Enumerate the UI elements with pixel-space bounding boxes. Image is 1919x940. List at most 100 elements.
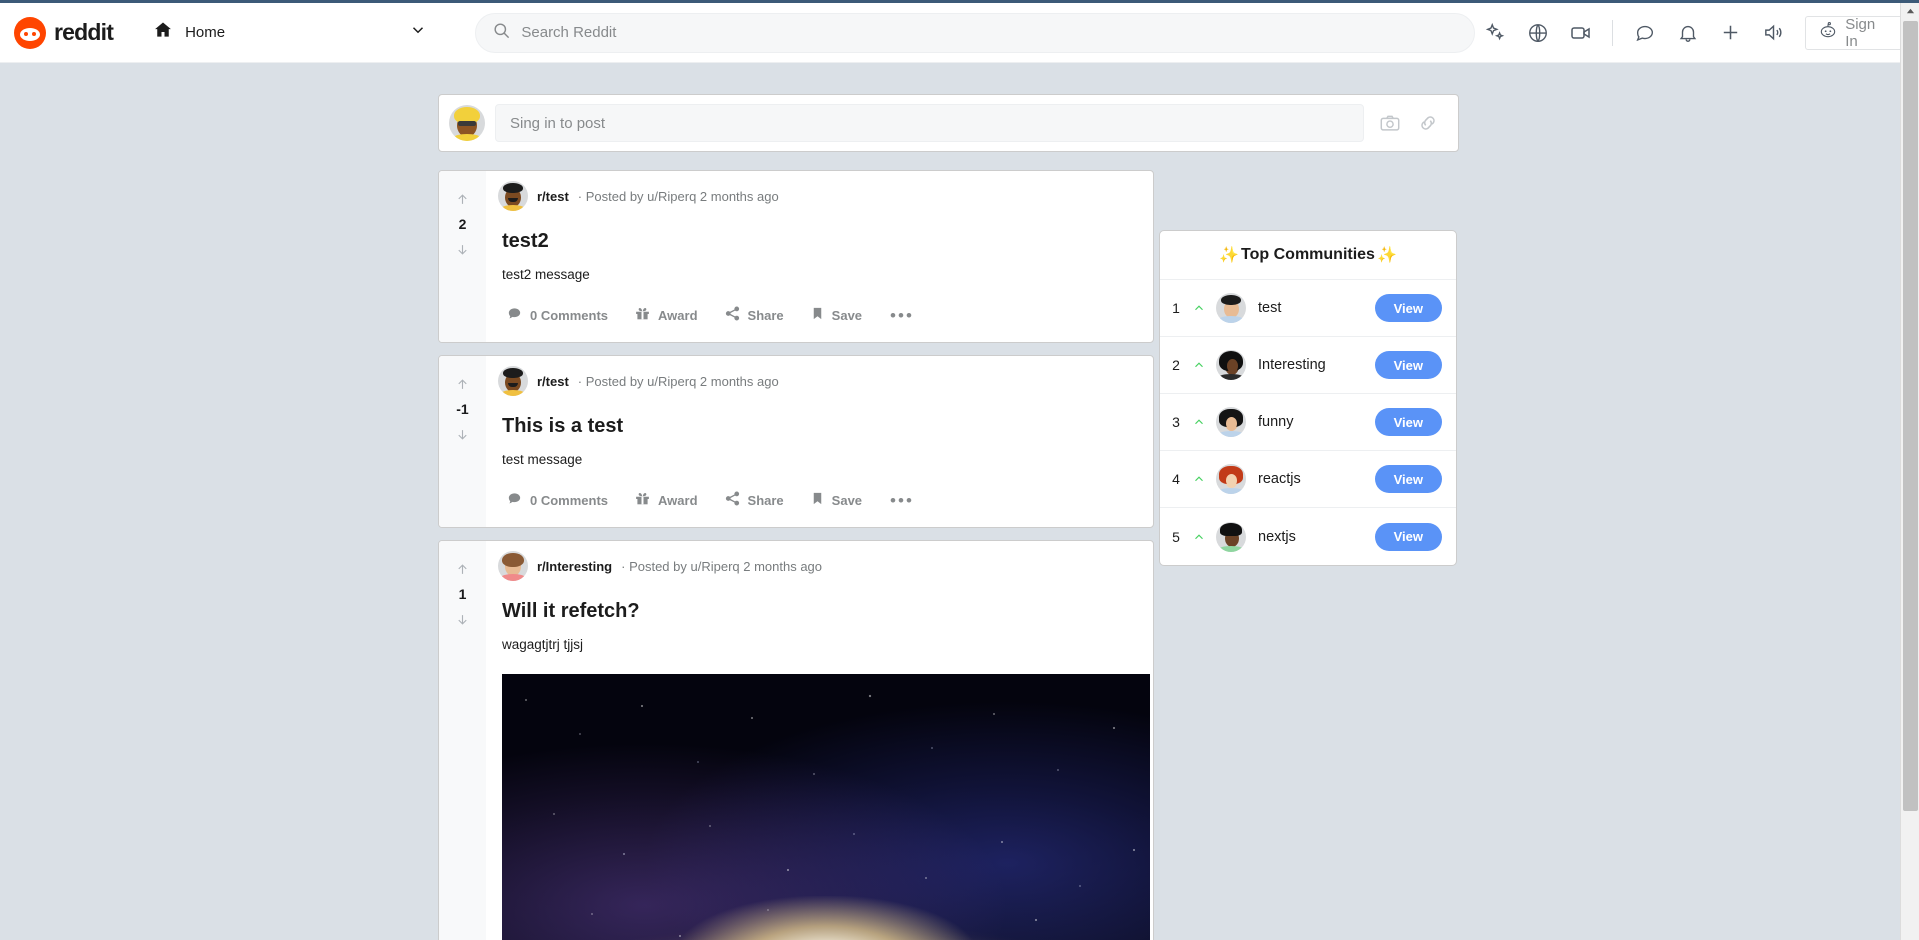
view-button[interactable]: View [1374,522,1442,551]
comments-label: 0 Comments [530,492,609,508]
bell-icon[interactable] [1668,13,1707,53]
globe-icon[interactable] [1518,13,1557,53]
scrollbar-thumb[interactable] [1903,21,1918,811]
create-post-input[interactable] [510,114,1349,132]
community-avatar [1216,293,1246,323]
community-avatar [1216,464,1246,494]
chat-icon[interactable] [1625,13,1664,53]
community-row[interactable]: 3 funny View [1160,394,1456,451]
more-options-icon[interactable]: ••• [880,488,924,513]
top-navigation-bar: reddit Home Search Reddit Sign In [0,3,1919,63]
view-button[interactable]: View [1374,408,1442,436]
award-button[interactable]: Award [626,483,706,517]
award-label: Award [658,492,698,508]
top-communities-label: Top Communities [1241,246,1375,263]
search-bar[interactable] [475,12,1476,53]
post-image[interactable] [502,674,1150,940]
page-scrollbar[interactable] [1900,3,1919,940]
community-row[interactable]: 4 reactjs View [1160,451,1456,508]
view-button[interactable]: View [1374,465,1442,493]
post-meta: r/Interesting · Posted by u/Riperq 2 mon… [498,551,1150,585]
comments-button[interactable]: 0 Comments [498,483,616,517]
camera-icon[interactable] [1374,107,1406,139]
post-title[interactable]: This is a test [502,414,1141,439]
rank-up-caret-icon [1192,415,1206,429]
upvote-button[interactable] [451,372,475,396]
scroll-up-arrow-icon[interactable] [1901,3,1919,20]
post-card[interactable]: 1 r/Interesting · Posted by u/Riperq 2 m… [438,540,1154,940]
home-dropdown[interactable]: Home [143,14,437,52]
sparkle-left-icon: ✨ [1219,247,1240,264]
save-button[interactable]: Save [802,298,870,332]
upvote-button[interactable] [451,187,475,211]
view-button[interactable]: View [1374,351,1442,379]
reddit-snoo-icon [14,16,46,49]
subreddit-name[interactable]: r/Interesting [537,559,612,574]
save-label: Save [831,307,863,323]
plus-icon[interactable] [1711,13,1750,53]
community-avatar [1216,407,1246,437]
community-rank: 3 [1172,414,1180,430]
post-title[interactable]: Will it refetch? [502,599,1150,624]
community-avatar [1216,350,1246,380]
subreddit-name[interactable]: r/test [537,374,569,389]
rank-up-caret-icon [1192,301,1206,315]
top-communities-title: ✨ Top Communities ✨ [1160,231,1456,280]
user-avatar[interactable] [449,105,485,141]
downvote-button[interactable] [451,607,475,631]
post-card[interactable]: -1 r/test · Posted by u/Riperq 2 months … [438,355,1154,528]
create-post-input-wrap[interactable] [495,104,1364,142]
post-body: r/test · Posted by u/Riperq 2 months ago… [486,171,1153,342]
home-label: Home [185,24,226,41]
community-row[interactable]: 1 test View [1160,280,1456,337]
community-name[interactable]: reactjs [1258,471,1365,487]
post-card[interactable]: 2 r/test · Posted by u/Riperq 2 months a… [438,170,1154,343]
link-icon[interactable] [1412,107,1444,139]
save-label: Save [831,492,863,508]
speaker-icon[interactable] [1754,13,1793,53]
subreddit-name[interactable]: r/test [537,189,569,204]
reddit-logo-link[interactable]: reddit [14,16,114,49]
sparkle-icon[interactable] [1475,13,1514,53]
subreddit-avatar[interactable] [498,366,528,396]
community-rank: 2 [1172,357,1180,373]
view-button[interactable]: View [1374,294,1442,322]
community-row[interactable]: 2 Interesting View [1160,337,1456,394]
community-name[interactable]: nextjs [1258,529,1365,545]
post-meta: r/test · Posted by u/Riperq 2 months ago [498,181,1141,215]
save-button[interactable]: Save [802,483,870,517]
post-meta: r/test · Posted by u/Riperq 2 months ago [498,366,1141,400]
post-text: test message [502,452,583,467]
sign-in-button[interactable]: Sign In [1805,15,1904,50]
bookmark-icon [810,305,825,325]
vote-column: 1 [439,541,486,940]
share-button[interactable]: Share [716,483,792,517]
post-meta-text: · Posted by u/Riperq 2 months ago [577,188,779,204]
comments-button[interactable]: 0 Comments [498,298,616,332]
community-name[interactable]: test [1258,300,1365,316]
share-label: Share [747,307,784,323]
community-name[interactable]: funny [1258,414,1365,430]
post-title[interactable]: test2 [502,229,1141,254]
community-rank: 4 [1172,471,1180,487]
downvote-button[interactable] [451,237,475,261]
subreddit-avatar[interactable] [498,551,528,581]
upvote-button[interactable] [451,557,475,581]
award-button[interactable]: Award [626,298,706,332]
share-button[interactable]: Share [716,298,792,332]
sign-in-label: Sign In [1845,15,1876,50]
more-options-icon[interactable]: ••• [880,303,924,328]
community-name[interactable]: Interesting [1258,357,1365,373]
vote-column: 2 [439,171,486,342]
main-feed-column: 2 r/te [438,94,1459,940]
community-row[interactable]: 5 nextjs View [1160,508,1456,565]
home-icon [153,20,173,45]
downvote-button[interactable] [451,422,475,446]
award-label: Award [658,307,698,323]
subreddit-avatar[interactable] [498,181,528,211]
search-input[interactable] [521,24,1459,41]
top-communities-panel: ✨ Top Communities ✨ 1 test View 2 Intere… [1159,230,1457,566]
comment-bubble-icon [506,490,523,510]
video-camera-icon[interactable] [1561,13,1600,53]
chevron-down-icon[interactable] [409,21,427,44]
